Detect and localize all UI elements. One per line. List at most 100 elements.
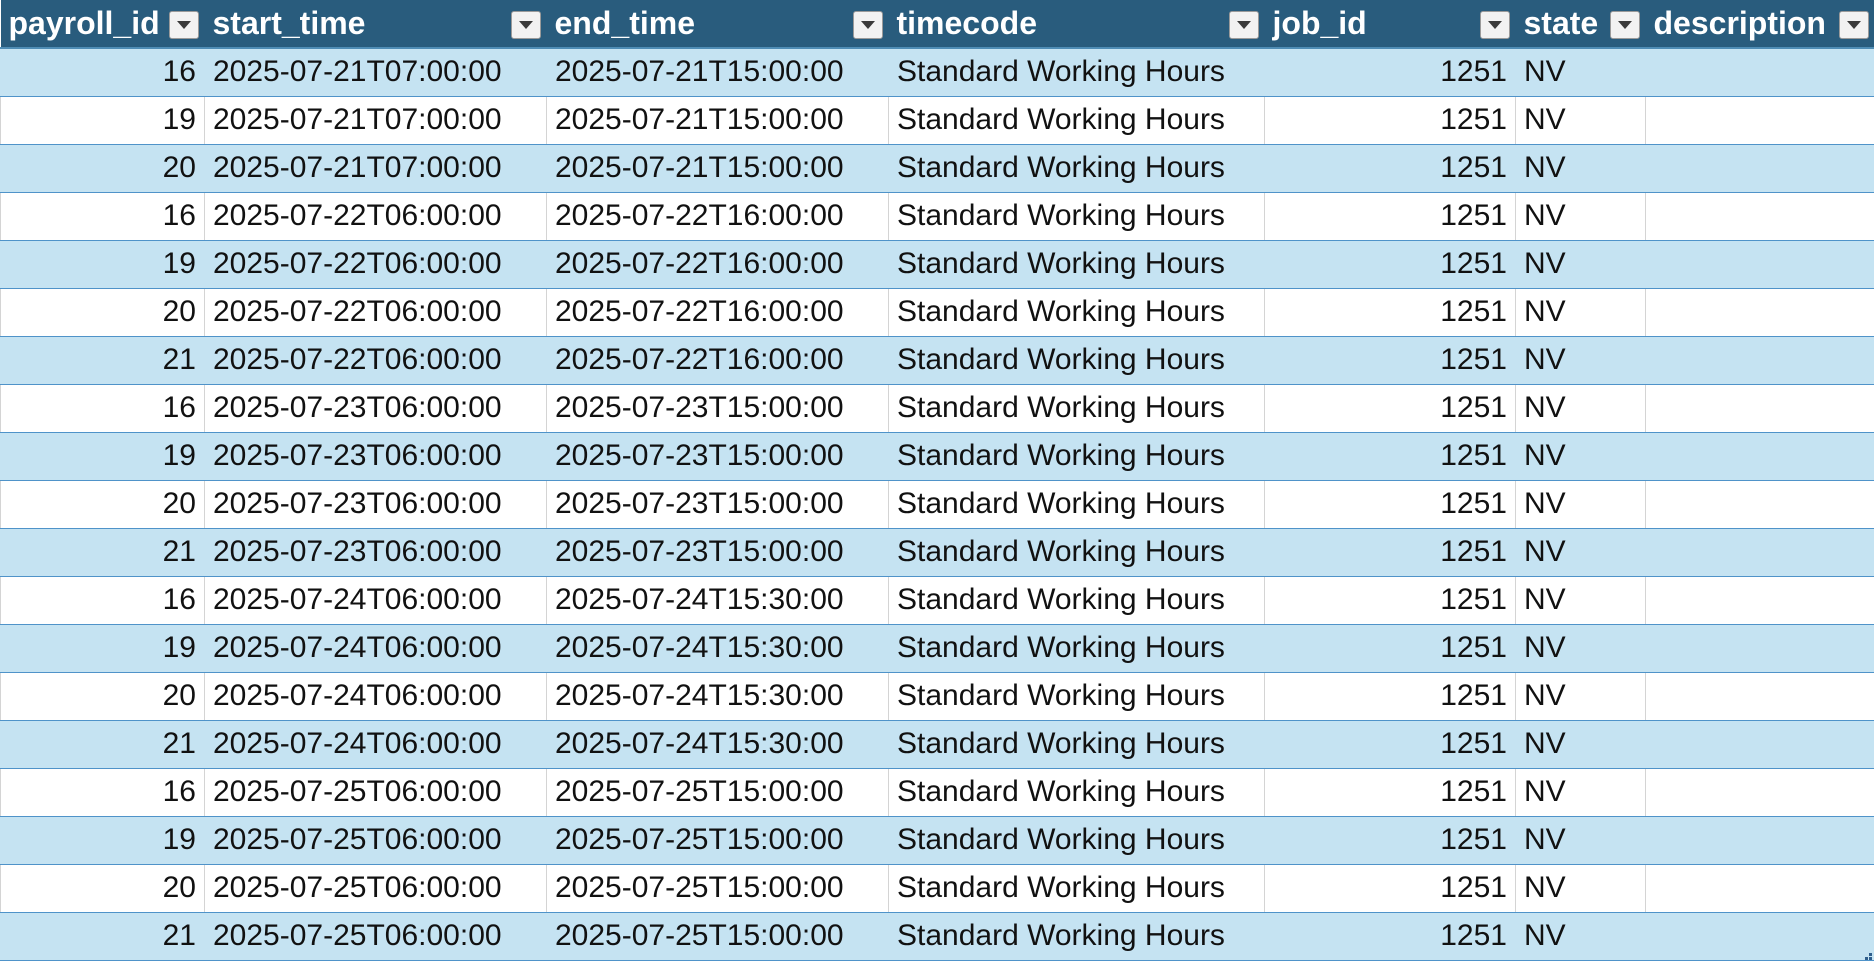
cell-payroll-id[interactable]: 21 (0, 911, 205, 961)
cell-payroll-id[interactable]: 20 (0, 479, 205, 529)
cell-payroll-id[interactable]: 19 (0, 239, 205, 289)
column-header-timecode[interactable]: timecode (888, 0, 1265, 49)
cell-payroll-id[interactable]: 21 (0, 527, 205, 577)
cell-payroll-id[interactable]: 19 (0, 95, 205, 145)
cell-end-time[interactable]: 2025-07-21T15:00:00 (546, 95, 889, 145)
cell-end-time[interactable]: 2025-07-21T15:00:00 (546, 143, 889, 193)
cell-description[interactable] (1645, 623, 1874, 673)
cell-timecode[interactable]: Standard Working Hours (888, 815, 1265, 865)
cell-payroll-id[interactable]: 21 (0, 335, 205, 385)
cell-job-id[interactable]: 1251 (1264, 191, 1516, 241)
column-header-state[interactable]: state (1515, 0, 1646, 49)
cell-payroll-id[interactable]: 20 (0, 863, 205, 913)
cell-timecode[interactable]: Standard Working Hours (888, 95, 1265, 145)
cell-timecode[interactable]: Standard Working Hours (888, 287, 1265, 337)
cell-payroll-id[interactable]: 21 (0, 719, 205, 769)
cell-description[interactable] (1645, 863, 1874, 913)
cell-state[interactable]: NV (1515, 671, 1646, 721)
cell-job-id[interactable]: 1251 (1264, 719, 1516, 769)
cell-timecode[interactable]: Standard Working Hours (888, 719, 1265, 769)
cell-job-id[interactable]: 1251 (1264, 287, 1516, 337)
cell-end-time[interactable]: 2025-07-25T15:00:00 (546, 863, 889, 913)
cell-state[interactable]: NV (1515, 335, 1646, 385)
cell-payroll-id[interactable]: 20 (0, 143, 205, 193)
cell-timecode[interactable]: Standard Working Hours (888, 383, 1265, 433)
cell-state[interactable]: NV (1515, 623, 1646, 673)
cell-timecode[interactable]: Standard Working Hours (888, 767, 1265, 817)
cell-description[interactable] (1645, 815, 1874, 865)
cell-job-id[interactable]: 1251 (1264, 47, 1516, 97)
cell-state[interactable]: NV (1515, 527, 1646, 577)
cell-state[interactable]: NV (1515, 47, 1646, 97)
filter-dropdown-icon[interactable] (852, 11, 883, 39)
cell-job-id[interactable]: 1251 (1264, 527, 1516, 577)
cell-timecode[interactable]: Standard Working Hours (888, 191, 1265, 241)
cell-job-id[interactable]: 1251 (1264, 911, 1516, 961)
cell-timecode[interactable]: Standard Working Hours (888, 863, 1265, 913)
filter-dropdown-icon[interactable] (1609, 11, 1640, 39)
cell-payroll-id[interactable]: 16 (0, 47, 205, 97)
cell-end-time[interactable]: 2025-07-25T15:00:00 (546, 767, 889, 817)
filter-dropdown-icon[interactable] (1479, 11, 1510, 39)
cell-start-time[interactable]: 2025-07-23T06:00:00 (204, 527, 547, 577)
cell-state[interactable]: NV (1515, 143, 1646, 193)
cell-state[interactable]: NV (1515, 863, 1646, 913)
cell-end-time[interactable]: 2025-07-22T16:00:00 (546, 191, 889, 241)
cell-description[interactable] (1645, 383, 1874, 433)
cell-payroll-id[interactable]: 16 (0, 191, 205, 241)
cell-description[interactable] (1645, 575, 1874, 625)
cell-start-time[interactable]: 2025-07-24T06:00:00 (204, 575, 547, 625)
filter-dropdown-icon[interactable] (1838, 11, 1869, 39)
cell-end-time[interactable]: 2025-07-23T15:00:00 (546, 431, 889, 481)
cell-start-time[interactable]: 2025-07-21T07:00:00 (204, 95, 547, 145)
cell-end-time[interactable]: 2025-07-25T15:00:00 (546, 911, 889, 961)
cell-state[interactable]: NV (1515, 911, 1646, 961)
cell-description[interactable] (1645, 239, 1874, 289)
cell-job-id[interactable]: 1251 (1264, 335, 1516, 385)
cell-job-id[interactable]: 1251 (1264, 143, 1516, 193)
cell-timecode[interactable]: Standard Working Hours (888, 911, 1265, 961)
cell-timecode[interactable]: Standard Working Hours (888, 479, 1265, 529)
cell-start-time[interactable]: 2025-07-22T06:00:00 (204, 335, 547, 385)
cell-timecode[interactable]: Standard Working Hours (888, 47, 1265, 97)
cell-end-time[interactable]: 2025-07-25T15:00:00 (546, 815, 889, 865)
cell-end-time[interactable]: 2025-07-24T15:30:00 (546, 671, 889, 721)
cell-description[interactable] (1645, 287, 1874, 337)
filter-dropdown-icon[interactable] (510, 11, 541, 39)
cell-start-time[interactable]: 2025-07-23T06:00:00 (204, 383, 547, 433)
cell-payroll-id[interactable]: 19 (0, 431, 205, 481)
cell-description[interactable] (1645, 335, 1874, 385)
cell-job-id[interactable]: 1251 (1264, 95, 1516, 145)
cell-description[interactable] (1645, 527, 1874, 577)
cell-description[interactable] (1645, 719, 1874, 769)
column-header-start-time[interactable]: start_time (204, 0, 547, 49)
cell-end-time[interactable]: 2025-07-22T16:00:00 (546, 287, 889, 337)
cell-timecode[interactable]: Standard Working Hours (888, 239, 1265, 289)
cell-start-time[interactable]: 2025-07-22T06:00:00 (204, 191, 547, 241)
cell-start-time[interactable]: 2025-07-21T07:00:00 (204, 143, 547, 193)
cell-payroll-id[interactable]: 19 (0, 623, 205, 673)
cell-end-time[interactable]: 2025-07-21T15:00:00 (546, 47, 889, 97)
cell-job-id[interactable]: 1251 (1264, 575, 1516, 625)
cell-description[interactable] (1645, 479, 1874, 529)
cell-state[interactable]: NV (1515, 479, 1646, 529)
cell-description[interactable] (1645, 911, 1874, 961)
cell-end-time[interactable]: 2025-07-24T15:30:00 (546, 575, 889, 625)
cell-payroll-id[interactable]: 20 (0, 671, 205, 721)
cell-description[interactable] (1645, 143, 1874, 193)
cell-state[interactable]: NV (1515, 287, 1646, 337)
cell-state[interactable]: NV (1515, 431, 1646, 481)
cell-state[interactable]: NV (1515, 383, 1646, 433)
cell-description[interactable] (1645, 191, 1874, 241)
cell-start-time[interactable]: 2025-07-25T06:00:00 (204, 911, 547, 961)
cell-job-id[interactable]: 1251 (1264, 623, 1516, 673)
cell-job-id[interactable]: 1251 (1264, 863, 1516, 913)
cell-timecode[interactable]: Standard Working Hours (888, 575, 1265, 625)
cell-timecode[interactable]: Standard Working Hours (888, 671, 1265, 721)
cell-start-time[interactable]: 2025-07-22T06:00:00 (204, 239, 547, 289)
cell-state[interactable]: NV (1515, 767, 1646, 817)
filter-dropdown-icon[interactable] (168, 11, 199, 39)
cell-description[interactable] (1645, 95, 1874, 145)
cell-description[interactable] (1645, 47, 1874, 97)
cell-end-time[interactable]: 2025-07-22T16:00:00 (546, 335, 889, 385)
